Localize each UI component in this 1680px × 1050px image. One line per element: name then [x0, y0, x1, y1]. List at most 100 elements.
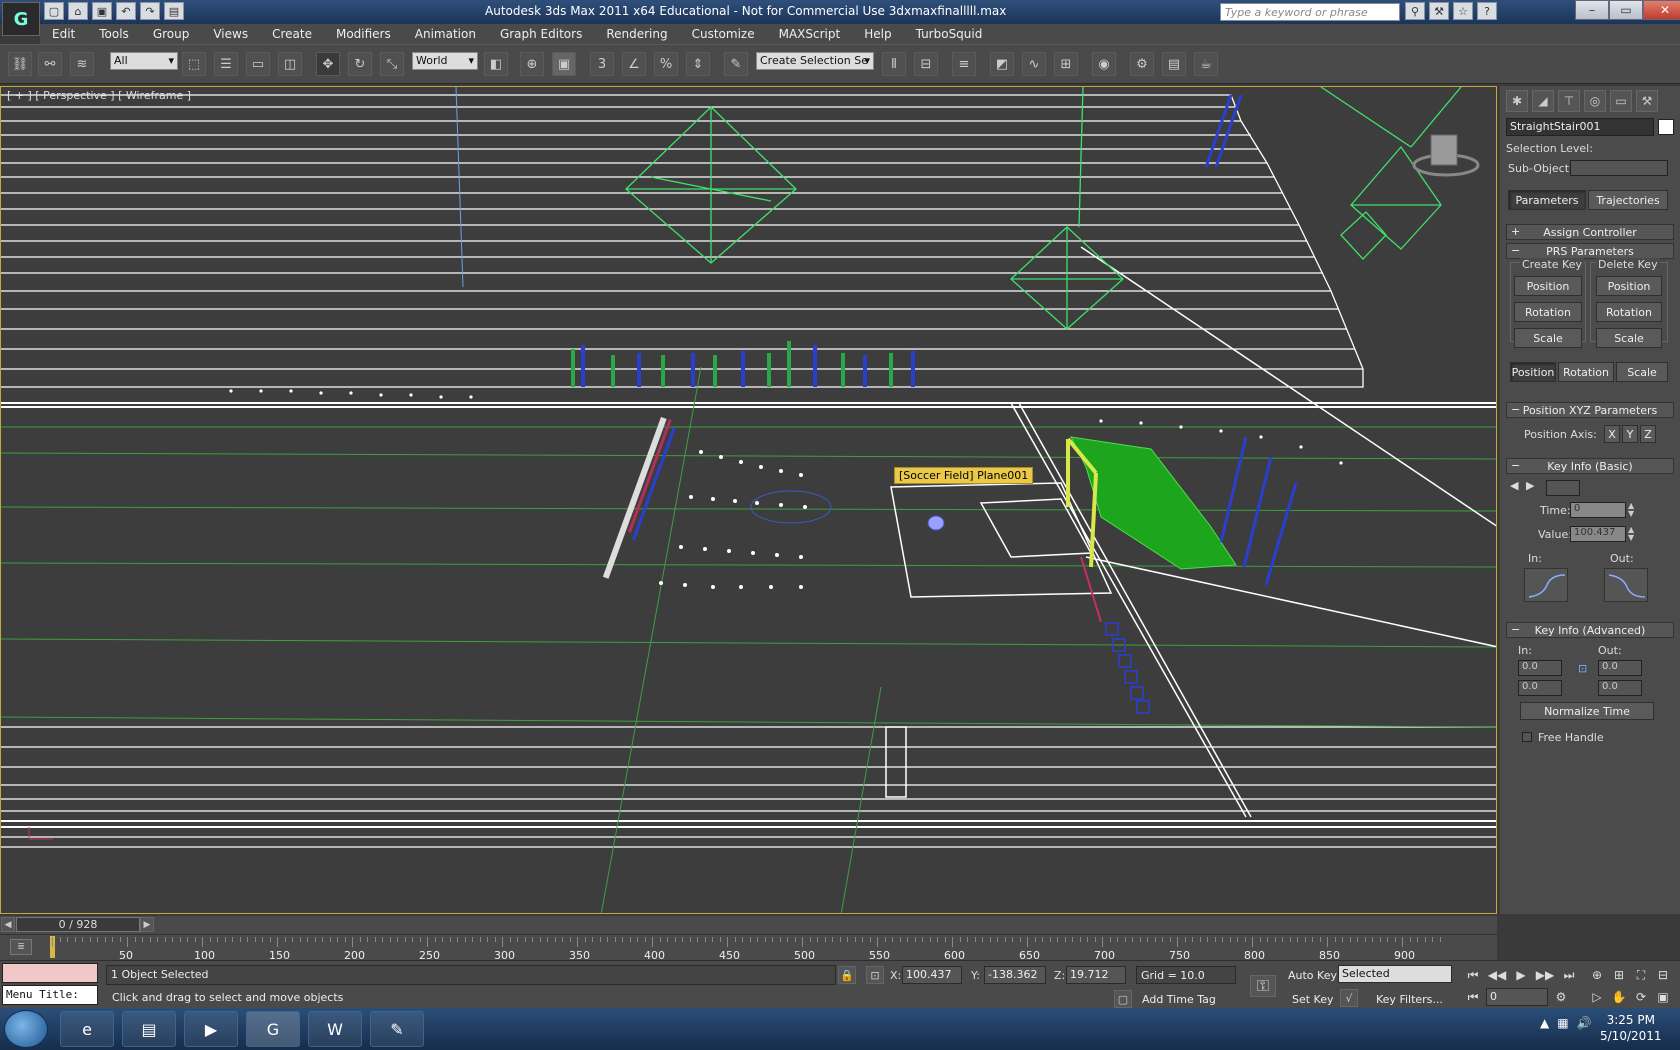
next-key-icon[interactable]: ▶ — [1526, 479, 1534, 492]
file-explorer-icon[interactable]: ▤ — [122, 1011, 176, 1047]
time-slider-prev[interactable]: ◀ — [1, 917, 15, 932]
value-spinner[interactable]: ▲ ▼ — [1628, 526, 1636, 542]
menu-maxscript[interactable]: MAXScript — [767, 27, 853, 41]
menu-modifiers[interactable]: Modifiers — [324, 27, 403, 41]
prev-frame-icon[interactable]: ◀◀ — [1486, 965, 1508, 985]
orbit-icon[interactable]: ⟳ — [1630, 987, 1652, 1007]
named-selection-dropdown[interactable]: Create Selection Se — [756, 52, 874, 70]
new-file-icon[interactable]: ▢ — [44, 2, 64, 20]
prev-key-icon[interactable]: ◀ — [1510, 479, 1518, 492]
graphite-toolbar-icon[interactable]: ◩ — [990, 52, 1014, 76]
selection-filter-dropdown[interactable]: All — [110, 52, 178, 70]
schematic-view-icon[interactable]: ⊞ — [1054, 52, 1078, 76]
3dsmax-taskbar-icon[interactable]: G — [246, 1011, 300, 1047]
axis-x-button[interactable]: X — [1604, 425, 1620, 443]
help-icon[interactable]: ? — [1477, 2, 1497, 20]
time-slider[interactable]: ◀ 0 / 928 ▶ — [0, 916, 1497, 934]
utilities-tab-icon[interactable]: ⚒ — [1636, 90, 1658, 112]
menu-turbosquid[interactable]: TurboSquid — [904, 27, 995, 41]
select-object-icon[interactable]: ⬚ — [182, 52, 206, 76]
menu-animation[interactable]: Animation — [403, 27, 488, 41]
key-number-field[interactable] — [1546, 480, 1580, 496]
time-tag-icon[interactable]: ▢ — [1114, 990, 1132, 1008]
goto-end-icon[interactable]: ⏭ — [1558, 965, 1580, 985]
volume-icon[interactable]: 🔊 — [1577, 1016, 1592, 1030]
zoom-icon[interactable]: ⊕ — [1586, 965, 1608, 985]
reference-coord-dropdown[interactable]: World — [412, 52, 478, 70]
modify-tab-icon[interactable]: ◢ — [1532, 90, 1554, 112]
menu-group[interactable]: Group — [141, 27, 202, 41]
key-info-advanced-rollout[interactable]: − Key Info (Advanced) — [1506, 622, 1674, 638]
select-and-move-icon[interactable]: ✥ — [316, 52, 340, 76]
pan-icon[interactable]: ✋ — [1608, 987, 1630, 1007]
adv-out-field-1[interactable]: 0.0 — [1598, 660, 1642, 676]
maxscript-mini-listener[interactable] — [2, 963, 98, 983]
trajectories-tab[interactable]: Trajectories — [1588, 190, 1668, 210]
minimize-button[interactable]: – — [1575, 0, 1609, 20]
subscription-icon[interactable]: ⚒ — [1429, 2, 1449, 20]
time-spinner[interactable]: ▲ ▼ — [1628, 502, 1636, 518]
rect-selection-icon[interactable]: ▭ — [246, 52, 270, 76]
redo-icon[interactable]: ↷ — [140, 2, 160, 20]
in-tangent-curve-icon[interactable] — [1524, 568, 1568, 602]
menu-rendering[interactable]: Rendering — [594, 27, 679, 41]
undo-icon[interactable]: ↶ — [116, 2, 136, 20]
object-color-swatch[interactable] — [1658, 119, 1674, 135]
selection-lock-icon[interactable]: 🔒 — [838, 966, 856, 984]
free-handle-checkbox[interactable] — [1522, 732, 1532, 742]
assign-controller-rollout[interactable]: + Assign Controller — [1506, 224, 1674, 240]
mini-curve-editor-icon[interactable]: ≣ — [10, 939, 32, 955]
menu-tools[interactable]: Tools — [87, 27, 141, 41]
time-slider-next[interactable]: ▶ — [140, 917, 154, 932]
field-of-view-icon[interactable]: ▷ — [1586, 987, 1608, 1007]
menu-graph-editors[interactable]: Graph Editors — [488, 27, 594, 41]
percent-snap-icon[interactable]: % — [654, 52, 678, 76]
project-folder-icon[interactable]: ▤ — [164, 2, 184, 20]
prs-rotation-tab[interactable]: Rotation — [1558, 362, 1614, 382]
y-coord-field[interactable]: -138.362 — [984, 966, 1046, 984]
menu-create[interactable]: Create — [260, 27, 324, 41]
mirror-icon[interactable]: ⫴ — [882, 52, 906, 76]
lock-icon[interactable]: ⊡ — [1578, 662, 1587, 675]
select-and-rotate-icon[interactable]: ↻ — [348, 52, 372, 76]
axis-y-button[interactable]: Y — [1622, 425, 1638, 443]
edit-named-selection-icon[interactable]: ✎ — [724, 52, 748, 76]
unlink-icon[interactable]: ⚯ — [38, 52, 62, 76]
viewport-label[interactable]: [ + ] [ Perspective ] [ Wireframe ] — [7, 89, 191, 102]
time-field[interactable]: 0 — [1570, 502, 1626, 518]
add-time-tag[interactable]: Add Time Tag — [1142, 993, 1216, 1006]
select-and-scale-icon[interactable]: ⤡ — [380, 52, 404, 76]
sub-object-dropdown[interactable] — [1570, 160, 1668, 176]
binoculars-icon[interactable]: ⚲ — [1405, 2, 1425, 20]
axis-z-button[interactable]: Z — [1640, 425, 1656, 443]
delete-position-key-button[interactable]: Position — [1596, 276, 1662, 296]
delete-rotation-key-button[interactable]: Rotation — [1596, 302, 1662, 322]
viewcube[interactable] — [1411, 127, 1481, 177]
time-slider-thumb[interactable]: 0 / 928 — [16, 917, 140, 932]
maximize-viewport-icon[interactable]: ▣ — [1652, 987, 1674, 1007]
create-position-key-button[interactable]: Position — [1514, 276, 1582, 296]
star-icon[interactable]: ☆ — [1453, 2, 1473, 20]
adv-out-field-2[interactable]: 0.0 — [1598, 680, 1642, 696]
menu-title-field[interactable]: Menu Title: — [2, 985, 98, 1005]
x-coord-field[interactable]: 100.437 — [902, 966, 962, 984]
select-manipulate-icon[interactable]: ⊕ — [520, 52, 544, 76]
app-menu-button[interactable]: G — [2, 2, 40, 36]
menu-views[interactable]: Views — [201, 27, 260, 41]
perspective-viewport[interactable]: [ + ] [ Perspective ] [ Wireframe ] [Soc… — [0, 86, 1497, 914]
prs-position-tab[interactable]: Position — [1510, 362, 1556, 382]
default-tangent-icon[interactable]: √ — [1340, 989, 1358, 1007]
rendered-frame-window-icon[interactable]: ▤ — [1162, 52, 1186, 76]
menu-help[interactable]: Help — [852, 27, 903, 41]
key-info-basic-rollout[interactable]: − Key Info (Basic) — [1506, 458, 1674, 474]
render-setup-icon[interactable]: ⚙ — [1130, 52, 1154, 76]
adv-in-field-1[interactable]: 0.0 — [1518, 660, 1562, 676]
key-mode-toggle-icon[interactable]: ⏮ — [1462, 987, 1484, 1007]
word-icon[interactable]: W — [308, 1011, 362, 1047]
object-name-field[interactable]: StraightStair001 — [1506, 118, 1654, 136]
time-config-icon[interactable]: ⚙ — [1550, 987, 1572, 1007]
position-xyz-rollout[interactable]: − Position XYZ Parameters — [1506, 402, 1674, 418]
tray-arrow-icon[interactable]: ▲ — [1540, 1016, 1549, 1030]
window-crossing-icon[interactable]: ◫ — [278, 52, 302, 76]
start-button[interactable] — [4, 1010, 48, 1048]
